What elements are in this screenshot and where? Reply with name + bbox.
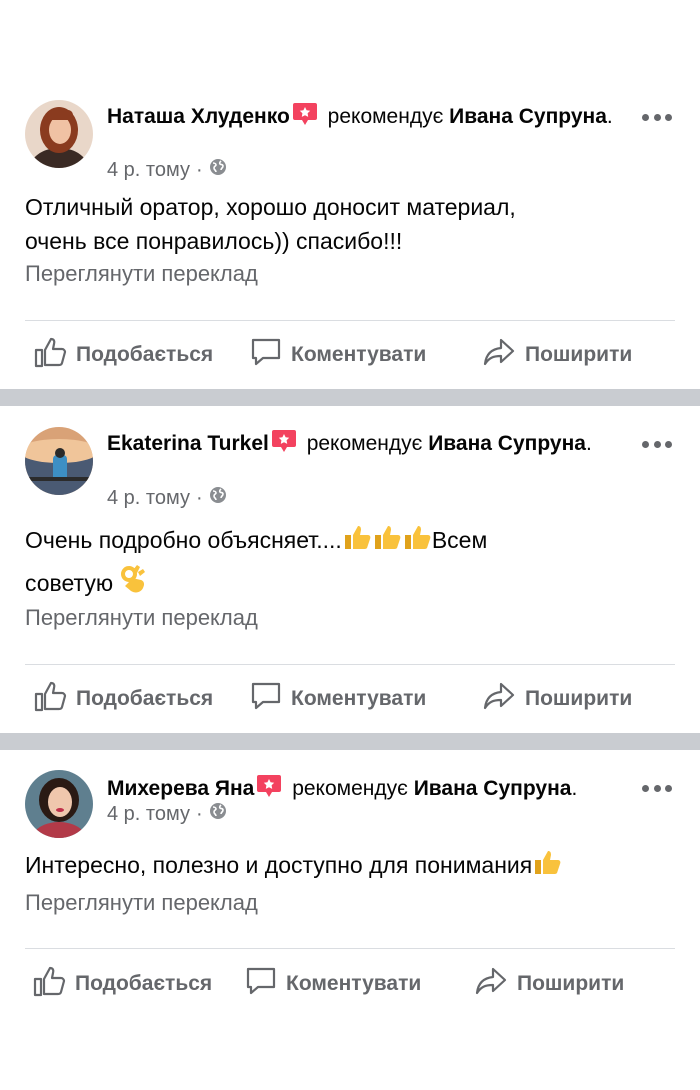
thumbs-up-emoji-icon: [402, 523, 432, 563]
avatar[interactable]: [25, 427, 93, 495]
meta-dot: ·: [195, 802, 203, 825]
action-bar: Подобається Коментувати Поширити: [0, 965, 700, 1005]
share-button[interactable]: Поширити: [483, 336, 632, 374]
post-header: Ekaterina Turkel рекомендує Ивана Супрун…: [107, 429, 630, 460]
meta-dot: ·: [195, 486, 203, 509]
review-text-line: очень все понравилось)) спасибо!!!: [25, 228, 403, 254]
globe-icon: [209, 158, 227, 182]
like-label: Подобається: [76, 343, 214, 366]
comment-button[interactable]: Коментувати: [249, 336, 426, 374]
author-name[interactable]: Михерева Яна: [107, 777, 254, 800]
share-icon: [475, 965, 509, 1003]
comment-button[interactable]: Коментувати: [249, 680, 426, 718]
review-text: Очень подробно объясняет.... Всем советую: [25, 520, 675, 606]
like-icon: [34, 336, 68, 374]
review-text-line: Очень подробно объясняет.... Всем: [25, 520, 675, 563]
timestamp[interactable]: 4 р. тому: [107, 803, 190, 826]
divider: [25, 664, 675, 665]
globe-icon: [209, 486, 227, 510]
globe-icon: [209, 802, 227, 826]
comment-label: Коментувати: [286, 972, 422, 995]
recommended-person[interactable]: Ивана Супруна: [449, 105, 607, 128]
thumbs-up-emoji-icon: [532, 848, 562, 885]
post-separator: [0, 733, 700, 750]
like-label: Подобається: [76, 687, 214, 710]
comment-label: Коментувати: [291, 687, 427, 710]
like-button[interactable]: Подобається: [34, 336, 213, 374]
like-button[interactable]: Подобається: [33, 965, 212, 1003]
divider: [25, 948, 675, 949]
recommends-label: рекомендує: [292, 777, 408, 800]
target-suffix: .: [585, 432, 592, 455]
share-button[interactable]: Поширити: [483, 680, 632, 718]
recommend-badge-icon: [256, 774, 282, 805]
more-options-icon[interactable]: [642, 112, 672, 122]
post-header: Наташа Хлуденко рекомендує Ивана Супруна…: [107, 102, 630, 133]
comment-icon: [249, 336, 283, 374]
target-suffix: .: [571, 777, 578, 800]
review-post: Наташа Хлуденко рекомендує Ивана Супруна…: [0, 0, 700, 390]
action-bar: Подобається Коментувати Поширити: [0, 680, 700, 720]
divider: [25, 320, 675, 321]
share-icon: [483, 336, 517, 374]
avatar[interactable]: [25, 770, 93, 838]
share-label: Поширити: [525, 687, 633, 710]
thumbs-up-emoji-icon: [372, 523, 402, 563]
more-options-icon[interactable]: [642, 783, 672, 793]
share-button[interactable]: Поширити: [475, 965, 624, 1003]
author-name[interactable]: Наташа Хлуденко: [107, 105, 290, 128]
recommended-person[interactable]: Ивана Супруна: [428, 432, 586, 455]
review-text: Интересно, полезно и доступно для понима…: [25, 848, 675, 885]
comment-button[interactable]: Коментувати: [244, 965, 421, 1003]
comment-icon: [249, 680, 283, 718]
more-options-icon[interactable]: [642, 439, 672, 449]
like-label: Подобається: [75, 972, 213, 995]
meta-dot: ·: [195, 158, 203, 181]
review-post: Ekaterina Turkel рекомендує Ивана Супрун…: [0, 406, 700, 731]
like-icon: [34, 680, 68, 718]
review-text-line: советую: [25, 563, 675, 606]
timestamp[interactable]: 4 р. тому: [107, 159, 190, 182]
like-icon: [33, 965, 67, 1003]
reviews-feed: Наташа Хлуденко рекомендує Ивана Супруна…: [0, 0, 700, 1090]
review-text-part: Интересно, полезно и доступно для понима…: [25, 852, 533, 878]
thumbs-up-emoji-icon: [342, 523, 372, 563]
comment-label: Коментувати: [291, 343, 427, 366]
target-suffix: .: [606, 105, 613, 128]
review-post: Михерева Яна рекомендує Ивана Супруна. 4…: [0, 750, 700, 1050]
author-name[interactable]: Ekaterina Turkel: [107, 432, 269, 455]
see-translation-link[interactable]: Переглянути переклад: [25, 605, 258, 631]
post-meta: 4 р. тому ·: [107, 486, 227, 510]
recommends-label: рекомендує: [306, 432, 423, 455]
like-button[interactable]: Подобається: [34, 680, 213, 718]
recommend-badge-icon: [292, 102, 318, 133]
review-text-line: Отличный оратор, хорошо доносит материал…: [25, 194, 516, 220]
post-separator: [0, 389, 700, 406]
recommend-badge-icon: [271, 429, 297, 460]
avatar[interactable]: [25, 100, 93, 168]
review-text-line: Интересно, полезно и доступно для понима…: [25, 848, 675, 885]
see-translation-link[interactable]: Переглянути переклад: [25, 261, 258, 287]
review-text: Отличный оратор, хорошо доносит материал…: [25, 190, 675, 258]
share-label: Поширити: [517, 972, 625, 995]
ok-hand-emoji-icon: [119, 564, 147, 606]
action-bar: Подобається Коментувати Поширити: [0, 336, 700, 376]
post-meta: 4 р. тому ·: [107, 158, 227, 182]
review-text-part: советую: [25, 570, 114, 596]
share-icon: [483, 680, 517, 718]
review-text-part: Всем: [431, 527, 488, 553]
recommended-person[interactable]: Ивана Супруна: [414, 777, 572, 800]
recommends-label: рекомендує: [327, 105, 444, 128]
share-label: Поширити: [525, 343, 633, 366]
timestamp[interactable]: 4 р. тому: [107, 487, 190, 510]
review-text-part: Очень подробно объясняет....: [25, 527, 342, 553]
comment-icon: [244, 965, 278, 1003]
post-meta: 4 р. тому ·: [107, 802, 227, 826]
post-header: Михерева Яна рекомендує Ивана Супруна.: [107, 774, 622, 805]
see-translation-link[interactable]: Переглянути переклад: [25, 890, 258, 916]
